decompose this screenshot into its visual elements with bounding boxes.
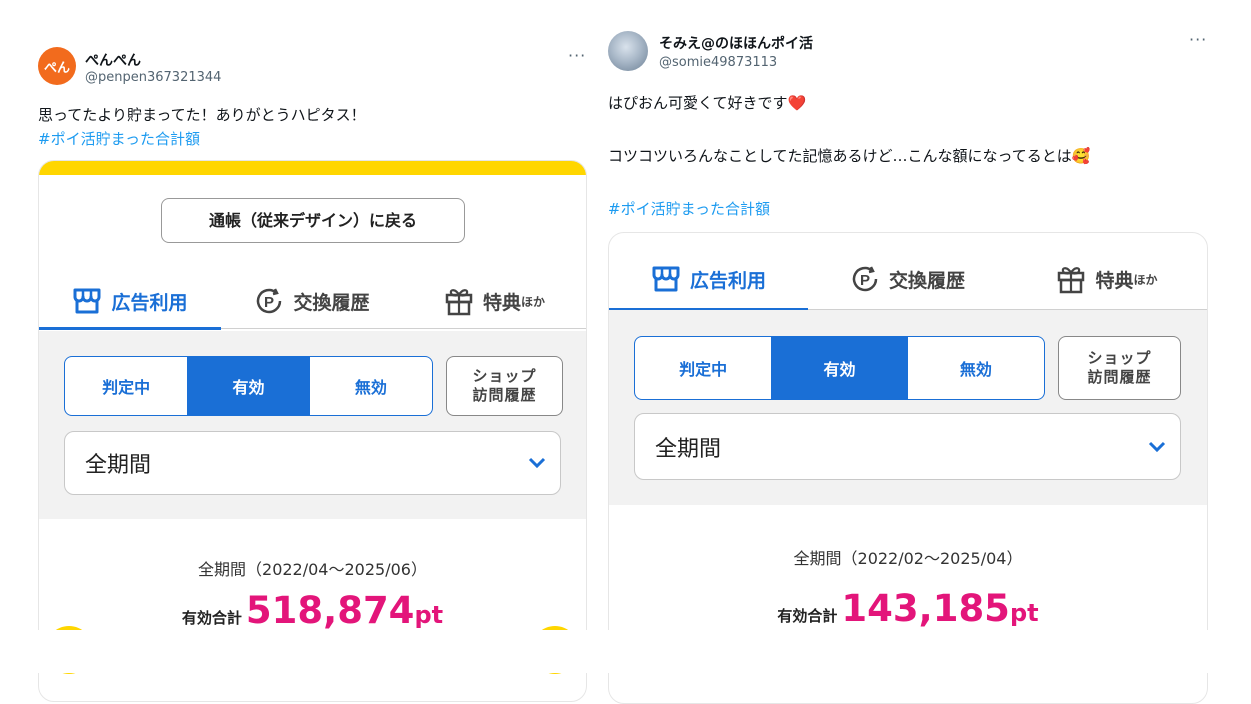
tab-bar: 広告利用 P 交換履歴 特典 ほか xyxy=(609,251,1207,307)
valid-total-value: 143,185 xyxy=(841,587,1010,630)
tab-ad-usage[interactable]: 広告利用 xyxy=(609,251,808,307)
status-pending[interactable]: 判定中 xyxy=(635,337,771,399)
valid-total-label: 有効合計 xyxy=(181,609,242,627)
period-range: 全期間（2022/04～2025/06） xyxy=(198,560,427,579)
tweet-text-line-2: コツコツいろんなことしてた記憶あるけど…こんな額になってるとは🥰 xyxy=(608,147,1091,165)
period-select-value: 全期間 xyxy=(85,453,152,478)
shop-visit-line1: ショップ xyxy=(1087,349,1152,367)
period-select-value: 全期間 xyxy=(655,436,722,462)
tab-perks[interactable]: 特典 ほか xyxy=(403,274,586,328)
tab-label: 特典 xyxy=(482,291,521,314)
status-segmented-control: 判定中 有効 無効 xyxy=(634,336,1045,400)
status-segmented-control: 判定中 有効 無効 xyxy=(64,356,433,416)
author-handle[interactable]: @penpen367321344 xyxy=(85,70,221,85)
chevron-down-icon xyxy=(528,457,546,469)
brand-bar xyxy=(39,161,586,175)
tweet-text-line-1: はぴおん可愛くて好きです❤️ xyxy=(608,94,807,112)
back-to-classic-design-button[interactable]: 通帳（従来デザイン）に戻る xyxy=(161,198,465,243)
hashtag-link[interactable]: #ポイ活貯まった合計額 xyxy=(38,128,200,149)
valid-total-unit: pt xyxy=(414,601,444,629)
shop-icon xyxy=(651,266,681,292)
hashtag-link[interactable]: #ポイ活貯まった合計額 xyxy=(608,198,770,219)
tweet-penpen: ぺん ぺんぺん @penpen367321344 ··· 思ってたより貯まってた… xyxy=(0,0,600,702)
point-exchange-icon: P xyxy=(254,286,284,316)
active-tab-indicator xyxy=(39,327,221,330)
hapitas-passbook-card: 通帳（従来デザイン）に戻る 広告利用 P 交換履歴 特典 ほか 判定中 有効 無… xyxy=(38,160,587,702)
valid-total: 有効合計 518,874pt xyxy=(39,589,586,632)
more-options-icon[interactable]: ··· xyxy=(568,46,586,65)
shop-icon xyxy=(72,288,102,314)
tab-label: 広告利用 xyxy=(111,291,188,314)
shop-visit-history-button[interactable]: ショップ 訪問履歴 xyxy=(446,356,563,416)
period-select[interactable]: 全期間 xyxy=(64,431,561,495)
gift-icon xyxy=(1056,264,1086,294)
tab-label-suffix: ほか xyxy=(1133,272,1158,287)
tab-label: 交換履歴 xyxy=(293,291,370,314)
shop-visit-line2: 訪問履歴 xyxy=(1087,368,1152,386)
avatar[interactable] xyxy=(608,31,648,71)
avatar-text: ぺん xyxy=(43,60,70,76)
tab-exchange-history[interactable]: P 交換履歴 xyxy=(808,251,1007,307)
valid-total-value: 518,874 xyxy=(245,589,415,632)
svg-text:P: P xyxy=(264,294,274,311)
chevron-down-icon xyxy=(1148,441,1166,452)
status-valid[interactable]: 有効 xyxy=(187,357,310,415)
status-valid[interactable]: 有効 xyxy=(771,337,908,399)
tab-label: 特典 xyxy=(1095,269,1134,292)
tweet-text: 思ってたより貯まってた！ありがとうハピタス！ xyxy=(38,106,366,124)
period-select[interactable]: 全期間 xyxy=(634,413,1181,480)
tab-ad-usage[interactable]: 広告利用 xyxy=(39,274,221,328)
tab-bar: 広告利用 P 交換履歴 特典 ほか xyxy=(39,274,586,328)
tweet-somie: そみえ@のほほんポイ活 @somie49873113 ··· はぴおん可愛くて好… xyxy=(600,0,1251,704)
valid-total: 有効合計 143,185pt xyxy=(609,587,1207,630)
svg-text:P: P xyxy=(860,272,870,289)
status-invalid[interactable]: 無効 xyxy=(908,337,1044,399)
period-range: 全期間（2022/02～2025/04） xyxy=(793,549,1023,568)
status-invalid[interactable]: 無効 xyxy=(310,357,432,415)
author-name[interactable]: そみえ@のほほんポイ活 xyxy=(659,33,813,53)
gift-icon xyxy=(444,286,474,316)
valid-total-label: 有効合計 xyxy=(777,607,838,625)
shop-visit-history-button[interactable]: ショップ 訪問履歴 xyxy=(1058,336,1181,400)
tab-label: 交換履歴 xyxy=(888,269,965,292)
bottom-crop xyxy=(0,630,1251,673)
more-options-icon[interactable]: ··· xyxy=(1189,30,1207,49)
tab-label: 広告利用 xyxy=(689,269,766,292)
author-name[interactable]: ぺんぺん xyxy=(85,50,141,70)
tab-exchange-history[interactable]: P 交換履歴 xyxy=(221,274,403,328)
valid-total-unit: pt xyxy=(1009,599,1039,627)
point-exchange-icon: P xyxy=(850,264,880,294)
status-pending[interactable]: 判定中 xyxy=(65,357,187,415)
tab-label-suffix: ほか xyxy=(521,294,546,309)
tab-perks[interactable]: 特典 ほか xyxy=(1007,251,1207,307)
author-handle[interactable]: @somie49873113 xyxy=(659,55,777,70)
shop-visit-line1: ショップ xyxy=(472,367,537,385)
shop-visit-line2: 訪問履歴 xyxy=(472,386,537,404)
avatar[interactable]: ぺん xyxy=(38,47,76,85)
